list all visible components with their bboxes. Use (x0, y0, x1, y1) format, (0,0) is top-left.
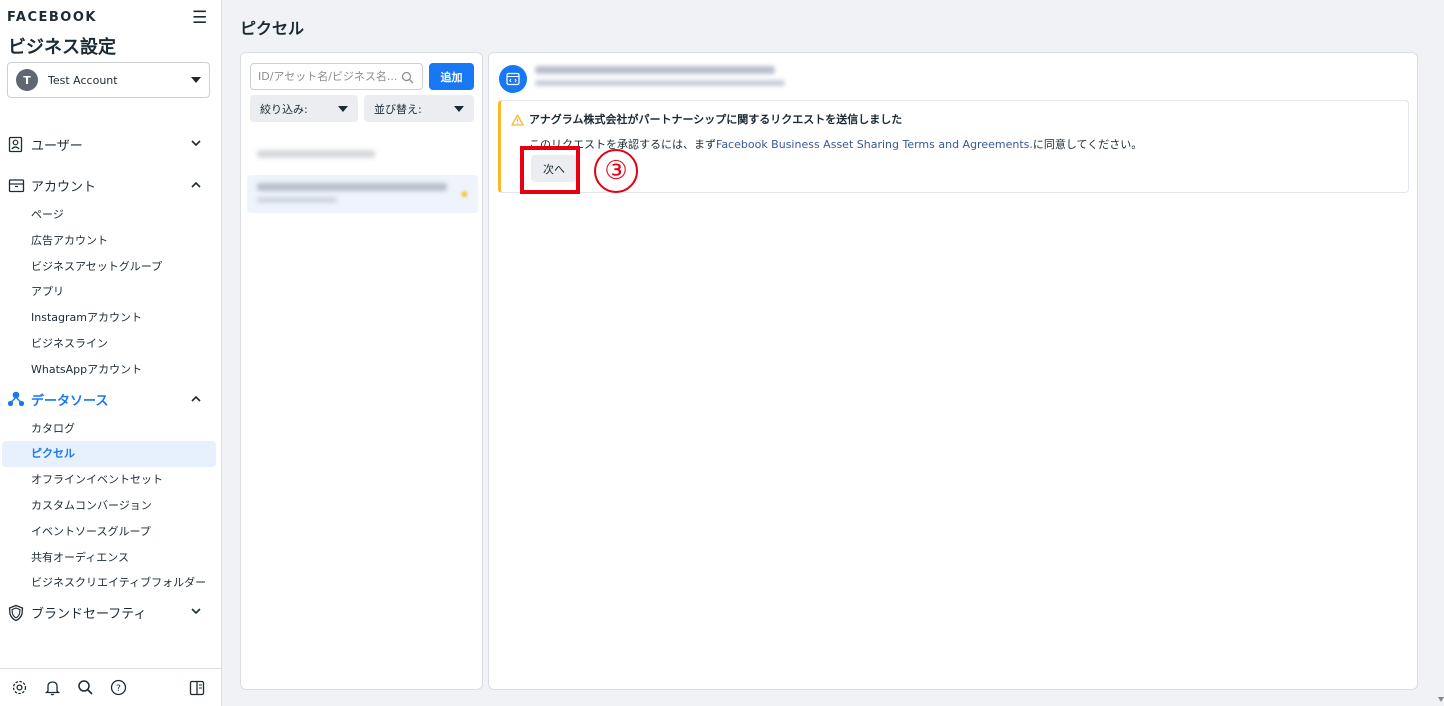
pixel-detail-panel: アナグラム株式会社がパートナーシップに関するリクエストを送信しました このリクエ… (488, 52, 1418, 690)
bell-icon[interactable] (43, 679, 61, 697)
blurred-text (257, 150, 375, 158)
user-icon (7, 136, 25, 154)
sidebar-section-brand-safety[interactable]: ブランドセーフティ (0, 596, 222, 629)
pixel-list-panel: 追加 絞り込み: 並び替え: ★ (240, 52, 483, 690)
shield-icon (7, 604, 25, 622)
terms-link[interactable]: Facebook Business Asset Sharing Terms an… (716, 138, 1033, 151)
svg-text:?: ? (116, 684, 121, 694)
sidebar-item-business-creative-folders[interactable]: ビジネスクリエイティブフォルダー (0, 570, 216, 596)
sidebar-section-data-sources[interactable]: データソース (0, 383, 222, 416)
sidebar-item-business-asset-groups[interactable]: ビジネスアセットグループ (0, 254, 216, 280)
sidebar-item-business-lines[interactable]: ビジネスライン (0, 331, 216, 357)
panel-toggle-icon[interactable] (188, 679, 206, 697)
account-name: Test Account (48, 73, 118, 87)
list-item[interactable]: ★ (247, 175, 478, 213)
business-settings-title: ビジネス設定 (8, 37, 116, 58)
chevron-down-icon (191, 77, 201, 83)
blurred-text (257, 197, 337, 203)
alert-title: アナグラム株式会社がパートナーシップに関するリクエストを送信しました (529, 113, 903, 126)
briefcase-icon (7, 177, 25, 195)
chevron-down-icon (191, 139, 201, 150)
star-icon: ★ (459, 187, 470, 201)
chevron-down-icon (338, 105, 348, 112)
warning-icon (511, 111, 524, 130)
chevron-up-icon (191, 394, 201, 405)
sidebar-section-users[interactable]: ユーザー (0, 128, 222, 161)
alert-body-suffix: に同意してください。 (1032, 138, 1143, 151)
sidebar-item-custom-conversions[interactable]: カスタムコンバージョン (0, 493, 216, 519)
sidebar-section-label: ユーザー (31, 139, 83, 154)
blurred-text (257, 183, 447, 191)
facebook-brand: FACEBOOK (7, 10, 97, 25)
search-icon[interactable] (76, 679, 94, 697)
annotation-step-marker: ③ (594, 149, 638, 193)
sidebar-section-label: データソース (31, 393, 109, 409)
sidebar-item-offline-event-sets[interactable]: オフラインイベントセット (0, 467, 216, 493)
chevron-down-icon (191, 607, 201, 618)
page-scrollbar[interactable] (1437, 0, 1444, 706)
filter-dropdown[interactable]: 絞り込み: (250, 95, 358, 122)
sidebar-item-event-source-groups[interactable]: イベントソースグループ (0, 519, 216, 545)
sidebar: FACEBOOK ☰ ビジネス設定 T Test Account ユーザー アカ… (0, 0, 222, 706)
list-item[interactable] (247, 141, 478, 167)
sort-dropdown[interactable]: 並び替え: (364, 95, 474, 122)
annotation-highlight-box (520, 146, 580, 194)
sidebar-item-pixels[interactable]: ピクセル (2, 441, 216, 468)
sidebar-item-whatsapp-accounts[interactable]: WhatsAppアカウント (0, 357, 216, 383)
filter-label: 絞り込み: (260, 102, 308, 116)
sidebar-item-ad-accounts[interactable]: 広告アカウント (0, 228, 216, 254)
blurred-text (535, 66, 775, 74)
add-button[interactable]: 追加 (429, 63, 474, 90)
search-icon (401, 69, 414, 88)
sidebar-item-pages[interactable]: ページ (0, 202, 216, 228)
sidebar-section-label: ブランドセーフティ (31, 607, 147, 623)
pixel-code-icon (499, 65, 527, 93)
chevron-up-icon (191, 180, 201, 191)
sidebar-section-accounts[interactable]: アカウント (0, 169, 222, 202)
avatar: T (16, 69, 38, 91)
sidebar-item-instagram-accounts[interactable]: Instagramアカウント (0, 305, 216, 331)
sidebar-nav: ユーザー アカウント ページ 広告アカウント ビジネスアセットグループ アプリ … (0, 128, 222, 629)
search-input[interactable] (250, 63, 423, 90)
account-selector[interactable]: T Test Account (7, 62, 210, 98)
page-title: ピクセル (240, 19, 305, 38)
sidebar-section-label: アカウント (31, 180, 97, 195)
gear-icon[interactable] (10, 679, 28, 697)
menu-icon[interactable]: ☰ (192, 8, 207, 28)
data-sources-icon (7, 390, 25, 408)
sidebar-item-catalogs[interactable]: カタログ (0, 416, 216, 442)
scroll-down-arrow-icon[interactable] (1438, 697, 1444, 702)
chevron-down-icon (454, 105, 464, 112)
blurred-text (535, 80, 785, 86)
sort-label: 並び替え: (374, 102, 422, 116)
sidebar-item-apps[interactable]: アプリ (0, 279, 216, 305)
sidebar-item-shared-audiences[interactable]: 共有オーディエンス (0, 545, 216, 571)
help-icon[interactable]: ? (109, 679, 127, 697)
sidebar-footer: ? (0, 668, 222, 706)
